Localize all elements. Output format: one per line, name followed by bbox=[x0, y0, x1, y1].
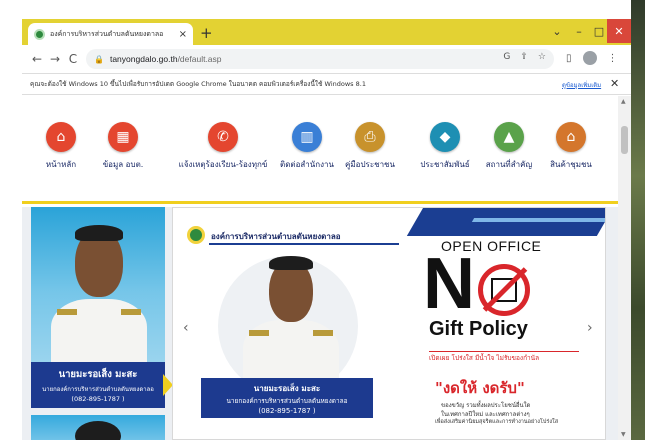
menu-item-label: สินค้าชุมชน bbox=[550, 160, 592, 169]
maximize-button[interactable]: □ bbox=[590, 19, 608, 43]
toolbar: ← → C 🔒 tanyongdalo.go.th /default.asp G… bbox=[22, 45, 631, 73]
slide-person-phone: (082-895-1787 ) bbox=[258, 406, 316, 415]
profile-avatar[interactable] bbox=[582, 51, 597, 65]
menu-item-label: แจ้งเหตุร้องเรียน-ร้องทุกข์ bbox=[178, 160, 268, 169]
web-page: ⌂ หน้าหลัก ▦ ข้อมูล อบต. ✆ แจ้งเหตุร้องเ… bbox=[22, 96, 618, 440]
browser-tab[interactable]: องค์การบริหารส่วนตำบลตันหยงดาลอ × bbox=[28, 23, 193, 45]
banner-slider: องค์การบริหารส่วนตำบลตันหยงดาลอ นายมะรอเ… bbox=[172, 207, 606, 440]
main-menu: ⌂ หน้าหลัก ▦ ข้อมูล อบต. ✆ แจ้งเหตุร้องเ… bbox=[22, 96, 618, 204]
url-host: tanyongdalo.go.th bbox=[109, 54, 178, 64]
profile-phone: (082-895-1787 ) bbox=[71, 395, 125, 403]
org-logo-icon bbox=[187, 226, 205, 244]
tab-strip: องค์การบริหารส่วนตำบลตันหยงดาลอ × + ⌄ – … bbox=[22, 19, 631, 45]
forward-button[interactable]: → bbox=[46, 52, 64, 66]
place-icon: ▲ bbox=[494, 122, 524, 152]
page-scrollbar[interactable]: ▲ ▼ bbox=[618, 96, 631, 440]
slide-namebox: นายมะรอเส็ง มะสะ นายกองค์การบริหารส่วนตำ… bbox=[201, 378, 373, 418]
screen: องค์การบริหารส่วนตำบลตันหยงดาลอ × + ⌄ – … bbox=[0, 0, 645, 440]
slide-person-position: นายกองค์การบริหารส่วนตำบลตันหยงดาลอ bbox=[226, 396, 348, 405]
side-panel-icon[interactable]: ▯ bbox=[566, 53, 572, 64]
profile-photo bbox=[31, 207, 165, 362]
profile-name: นายมะรอเส็ง มะสะ bbox=[58, 369, 138, 380]
scroll-down-icon[interactable]: ▼ bbox=[621, 431, 626, 438]
profile-position: นายกองค์การบริหารส่วนตำบลตันหยงดาลอ bbox=[42, 386, 154, 393]
share-icon[interactable]: ⇪ bbox=[520, 52, 528, 62]
slide-person-name: นายมะรอเส็ง มะสะ bbox=[253, 383, 321, 393]
office-icon: ▥ bbox=[292, 122, 322, 152]
no-give-no-take-text: "งดให้ งดรับ" bbox=[435, 379, 525, 397]
no-gift-n: N bbox=[423, 244, 475, 324]
menu-item-label: ประชาสัมพันธ์ bbox=[420, 160, 470, 169]
policy-slogan: เปิดเผย โปร่งใส มีน้ำใจ ไม่รับของกำนัล bbox=[429, 354, 540, 362]
google-lens-icon[interactable]: G bbox=[503, 52, 510, 62]
menu-item-label: ข้อมูล อบต. bbox=[102, 160, 144, 169]
policy-detail-3: เพื่อส่งเสริมค่านิยมสุจริตและการทำงานอย่… bbox=[435, 419, 559, 425]
slider-next-button[interactable]: › bbox=[587, 320, 593, 336]
tab-close-icon[interactable]: × bbox=[179, 29, 187, 40]
profile-namebox: นายมะรอเส็ง มะสะ นายกองค์การบริหารส่วนตำ… bbox=[31, 362, 173, 408]
desktop-background bbox=[631, 0, 645, 440]
building-icon: ▦ bbox=[108, 122, 138, 152]
infobar-message: คุณจะต้องใช้ Windows 10 ขึ้นไปเพื่อรับกา… bbox=[30, 80, 366, 88]
phone-icon: ✆ bbox=[208, 122, 238, 152]
sidebar-profile: นายมะรอเส็ง มะสะ นายกองค์การบริหารส่วนตำ… bbox=[31, 207, 173, 440]
profile-photo-2 bbox=[31, 415, 165, 440]
tab-title: องค์การบริหารส่วนตำบลตันหยงดาลอ bbox=[50, 29, 164, 38]
slider-prev-button[interactable]: ‹ bbox=[183, 320, 189, 336]
learn-more-link[interactable]: ดูข้อมูลเพิ่มเติม bbox=[562, 80, 601, 90]
minimize-button[interactable]: – bbox=[568, 19, 590, 43]
menu-item-info[interactable]: ▦ ข้อมูล อบต. bbox=[78, 122, 168, 171]
slide-org-name: องค์การบริหารส่วนตำบลตันหยงดาลอ bbox=[211, 232, 341, 241]
scroll-thumb[interactable] bbox=[621, 126, 628, 154]
scroll-up-icon[interactable]: ▲ bbox=[621, 98, 626, 105]
manual-icon: ⎙ bbox=[355, 122, 385, 152]
infobar-close-icon[interactable]: ✕ bbox=[610, 77, 619, 90]
new-tab-button[interactable]: + bbox=[200, 24, 213, 42]
close-window-button[interactable]: ✕ bbox=[607, 19, 631, 43]
menu-item-label: คู่มือประชาชน bbox=[345, 160, 395, 169]
menu-item-complaint[interactable]: ✆ แจ้งเหตุร้องเรียน-ร้องทุกข์ bbox=[178, 122, 268, 171]
back-button[interactable]: ← bbox=[28, 52, 46, 66]
address-bar[interactable]: 🔒 tanyongdalo.go.th /default.asp G ⇪ ☆ bbox=[86, 49, 554, 69]
gift-policy-text: Gift Policy bbox=[429, 318, 528, 340]
menu-item-label: หน้าหลัก bbox=[45, 160, 77, 169]
menu-item-shop[interactable]: ⌂ สินค้าชุมชน bbox=[526, 122, 616, 171]
home-icon: ⌂ bbox=[46, 122, 76, 152]
menu-kebab-icon[interactable]: ⋮ bbox=[608, 53, 618, 64]
site-favicon-icon bbox=[34, 28, 45, 40]
bookmark-star-icon[interactable]: ☆ bbox=[538, 52, 546, 62]
reload-button[interactable]: C bbox=[64, 52, 82, 66]
lock-icon[interactable]: 🔒 bbox=[94, 55, 104, 64]
url-path: /default.asp bbox=[177, 54, 222, 64]
update-infobar: คุณจะต้องใช้ Windows 10 ขึ้นไปเพื่อรับกา… bbox=[22, 73, 631, 95]
shop-icon: ⌂ bbox=[556, 122, 586, 152]
pr-icon: ◆ bbox=[430, 122, 460, 152]
browser-window: องค์การบริหารส่วนตำบลตันหยงดาลอ × + ⌄ – … bbox=[22, 19, 631, 440]
tab-search-icon[interactable]: ⌄ bbox=[546, 19, 568, 43]
content-area: นายมะรอเส็ง มะสะ นายกองค์การบริหารส่วนตำ… bbox=[22, 207, 618, 440]
